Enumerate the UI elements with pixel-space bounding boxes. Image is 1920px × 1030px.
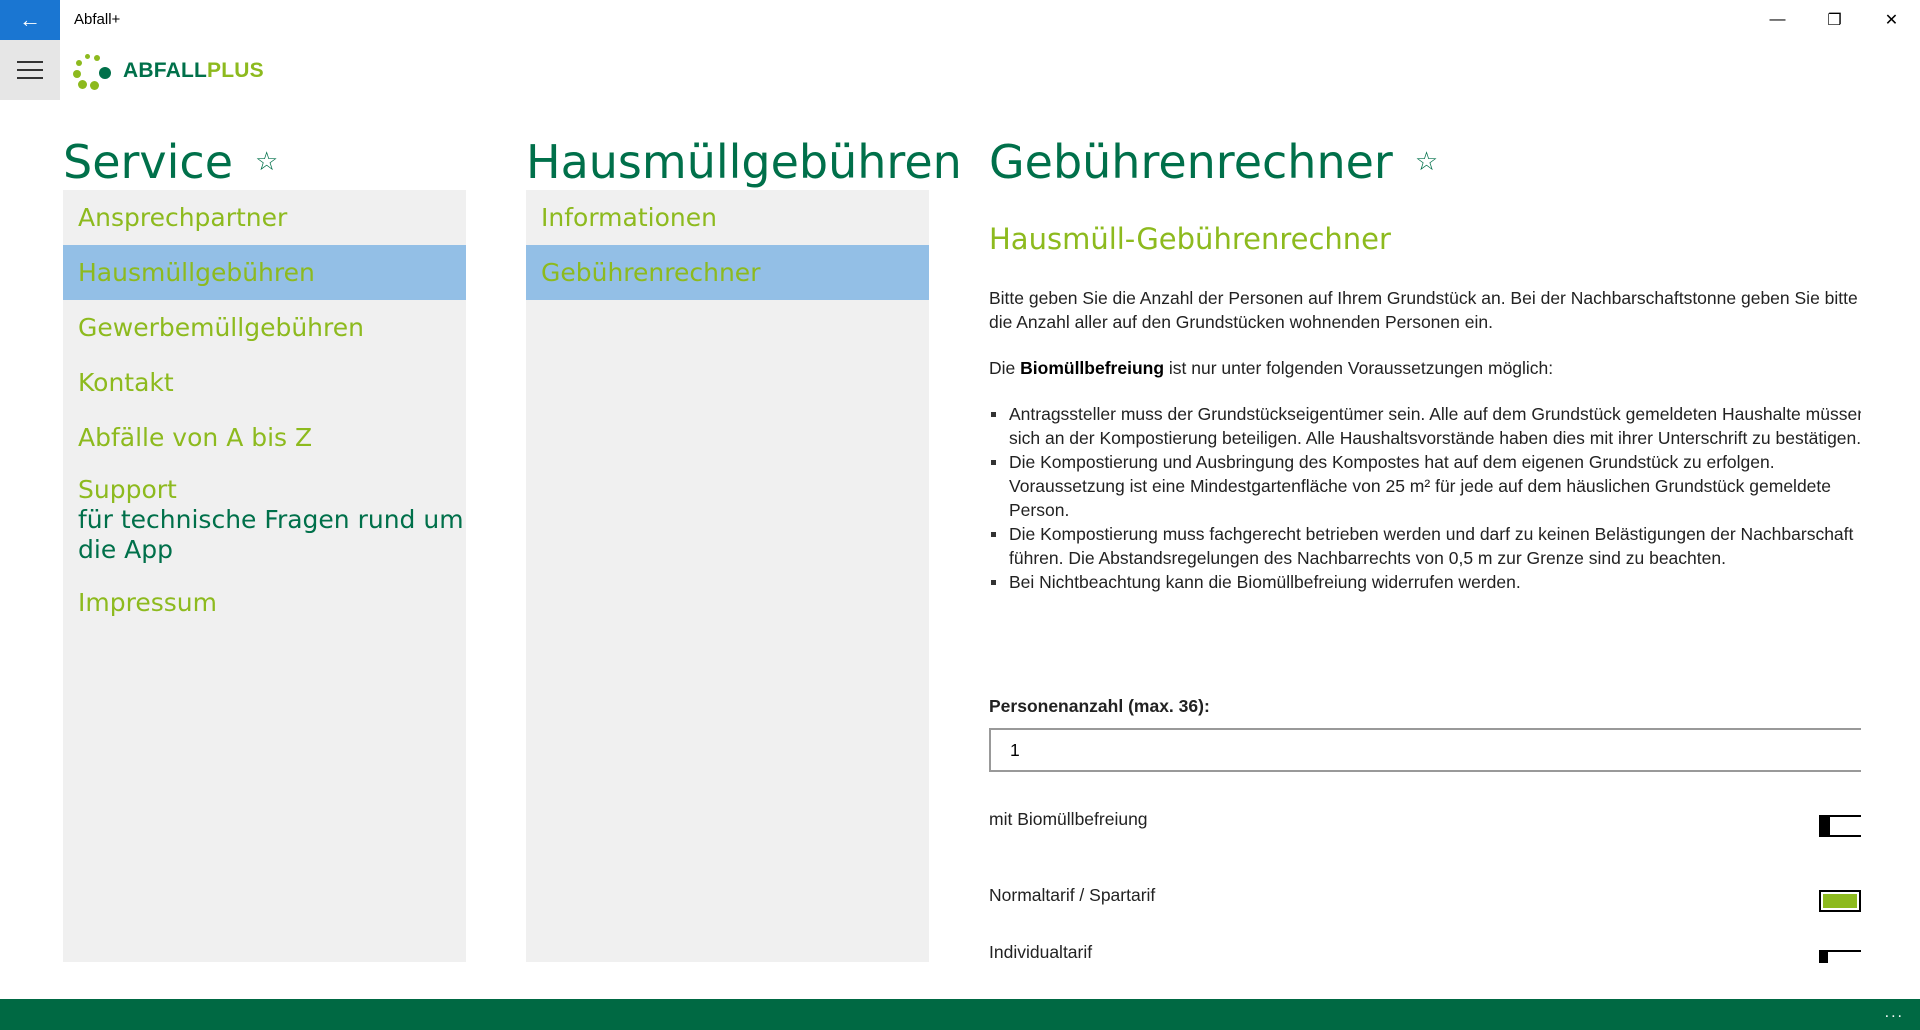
individual-tariff-label: Individualtarif bbox=[989, 942, 1093, 962]
rechner-title: Gebührenrechner ☆ bbox=[989, 135, 1439, 190]
persons-input[interactable]: 1 bbox=[989, 728, 1861, 772]
list-item-informationen[interactable]: Informationen bbox=[526, 190, 929, 245]
title-bar: ← Abfall+ — ❐ ✕ bbox=[0, 0, 1920, 40]
list-item-gebuehrenrechner[interactable]: Gebührenrechner bbox=[526, 245, 929, 300]
hamburger-menu-button[interactable] bbox=[0, 40, 60, 100]
hausmuell-column: Hausmüllgebühren bbox=[526, 135, 962, 190]
window-title: Abfall+ bbox=[74, 11, 121, 28]
condition-list: Antragssteller muss der Grundstückseigen… bbox=[989, 402, 1861, 594]
favorite-star-icon[interactable]: ☆ bbox=[255, 135, 278, 190]
list-item-impressum[interactable]: Impressum bbox=[63, 575, 466, 630]
restore-icon: ❐ bbox=[1827, 12, 1842, 29]
bio-toggle-label: mit Biomüllbefreiung bbox=[989, 809, 1148, 829]
list-item: Die Kompostierung muss fachgerecht betri… bbox=[989, 522, 1861, 570]
list-item-support[interactable]: Support für technische Fragen rund um di… bbox=[63, 465, 466, 575]
window-controls: — ❐ ✕ bbox=[1749, 0, 1920, 40]
list-item: Antragssteller muss der Grundstückseigen… bbox=[989, 402, 1861, 450]
close-icon: ✕ bbox=[1884, 12, 1899, 29]
persons-label: Personenanzahl (max. 36): bbox=[989, 696, 1210, 716]
rechner-content: Gebührenrechner ☆ Hausmüll-Gebührenrechn… bbox=[989, 135, 1861, 594]
normal-tariff-toggle[interactable] bbox=[1819, 890, 1861, 912]
minimize-icon: — bbox=[1769, 11, 1786, 28]
bio-condition-text: Die Biomüllbefreiung ist nur unter folge… bbox=[989, 358, 1554, 378]
service-list: Ansprechpartner Hausmüllgebühren Gewerbe… bbox=[63, 190, 466, 962]
intro-text: Bitte geben Sie die Anzahl der Personen … bbox=[989, 288, 1858, 332]
list-item: Die Kompostierung und Ausbringung des Ko… bbox=[989, 450, 1861, 522]
hausmuell-title: Hausmüllgebühren bbox=[526, 135, 962, 189]
back-button[interactable]: ← bbox=[0, 0, 60, 40]
service-title: Service ☆ bbox=[63, 135, 279, 190]
normal-tariff-label: Normaltarif / Spartarif bbox=[989, 885, 1156, 905]
support-label: Support bbox=[78, 475, 177, 504]
logo-text: ABFALLPLUS bbox=[123, 59, 264, 82]
minimize-button[interactable]: — bbox=[1749, 0, 1806, 40]
app-logo: ABFALLPLUS bbox=[73, 53, 264, 90]
favorite-star-icon[interactable]: ☆ bbox=[1415, 135, 1438, 190]
restore-button[interactable]: ❐ bbox=[1806, 0, 1863, 40]
individual-tariff-toggle[interactable] bbox=[1819, 950, 1861, 963]
list-item-kontakt[interactable]: Kontakt bbox=[63, 355, 466, 410]
close-button[interactable]: ✕ bbox=[1863, 0, 1920, 40]
hamburger-icon bbox=[17, 61, 43, 63]
list-item: Bei Nichtbeachtung kann die Biomüllbefre… bbox=[989, 570, 1861, 594]
service-column: Service ☆ bbox=[63, 135, 278, 190]
bio-toggle[interactable] bbox=[1819, 815, 1861, 837]
more-options-button[interactable]: ... bbox=[1885, 1004, 1904, 1022]
list-item-gewerbemuellgebuehren[interactable]: Gewerbemüllgebühren bbox=[63, 300, 466, 355]
app-bar-footer: ... bbox=[0, 999, 1920, 1030]
list-item-hausmuellgebuehren[interactable]: Hausmüllgebühren bbox=[63, 245, 466, 300]
rechner-subtitle: Hausmüll-Gebührenrechner bbox=[989, 222, 1391, 256]
hausmuell-list: Informationen Gebührenrechner bbox=[526, 190, 929, 962]
logo-dots-icon bbox=[73, 53, 113, 90]
support-sublabel: für technische Fragen rund um die App bbox=[78, 505, 464, 564]
list-item-ansprechpartner[interactable]: Ansprechpartner bbox=[63, 190, 466, 245]
arrow-left-icon: ← bbox=[19, 7, 41, 32]
list-item-abfaelle-a-bis-z[interactable]: Abfälle von A bis Z bbox=[63, 410, 466, 465]
